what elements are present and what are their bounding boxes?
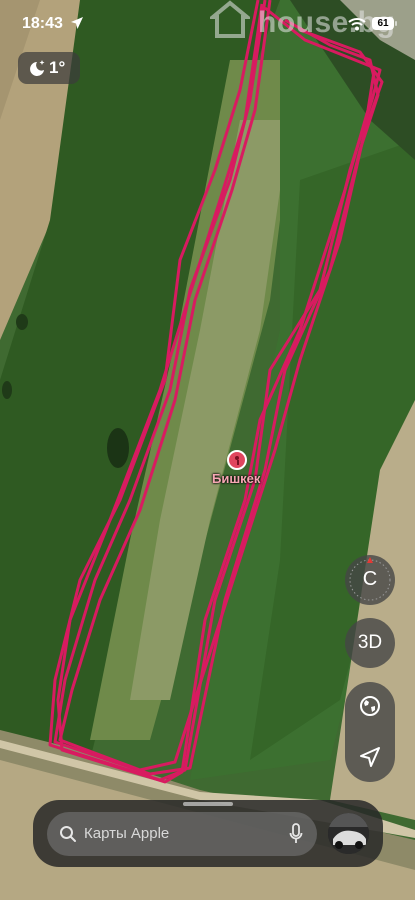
- sheet-grabber[interactable]: [183, 802, 233, 806]
- map-controls-pill: [345, 682, 395, 782]
- compass-letter: С: [362, 568, 378, 590]
- avatar[interactable]: [328, 813, 369, 854]
- house-logo-icon: [210, 0, 250, 38]
- compass-button[interactable]: С: [345, 555, 395, 605]
- search-icon: [60, 826, 76, 842]
- avatar-image: [328, 813, 369, 854]
- search-input[interactable]: Карты Apple: [84, 825, 169, 842]
- place-pin[interactable]: [227, 450, 247, 470]
- status-bar: 18:43 house.bg 61: [0, 0, 415, 50]
- battery-indicator: 61: [372, 17, 394, 30]
- moon-stars-icon: [30, 60, 45, 76]
- location-arrow-icon[interactable]: [359, 746, 381, 768]
- weather-widget[interactable]: 1°: [18, 52, 80, 84]
- search-bar[interactable]: Карты Apple: [47, 812, 317, 856]
- globe-icon[interactable]: [358, 694, 382, 718]
- weather-temperature: 1°: [49, 58, 66, 77]
- 3d-view-button[interactable]: 3D: [345, 618, 395, 668]
- place-label[interactable]: Бишкек: [212, 471, 260, 486]
- battery-tip: [395, 21, 397, 26]
- microphone-icon[interactable]: [289, 823, 303, 845]
- pin-stem: [237, 460, 239, 465]
- wifi-icon: [348, 18, 366, 31]
- location-services-icon: [71, 17, 83, 29]
- status-time: 18:43: [22, 15, 63, 32]
